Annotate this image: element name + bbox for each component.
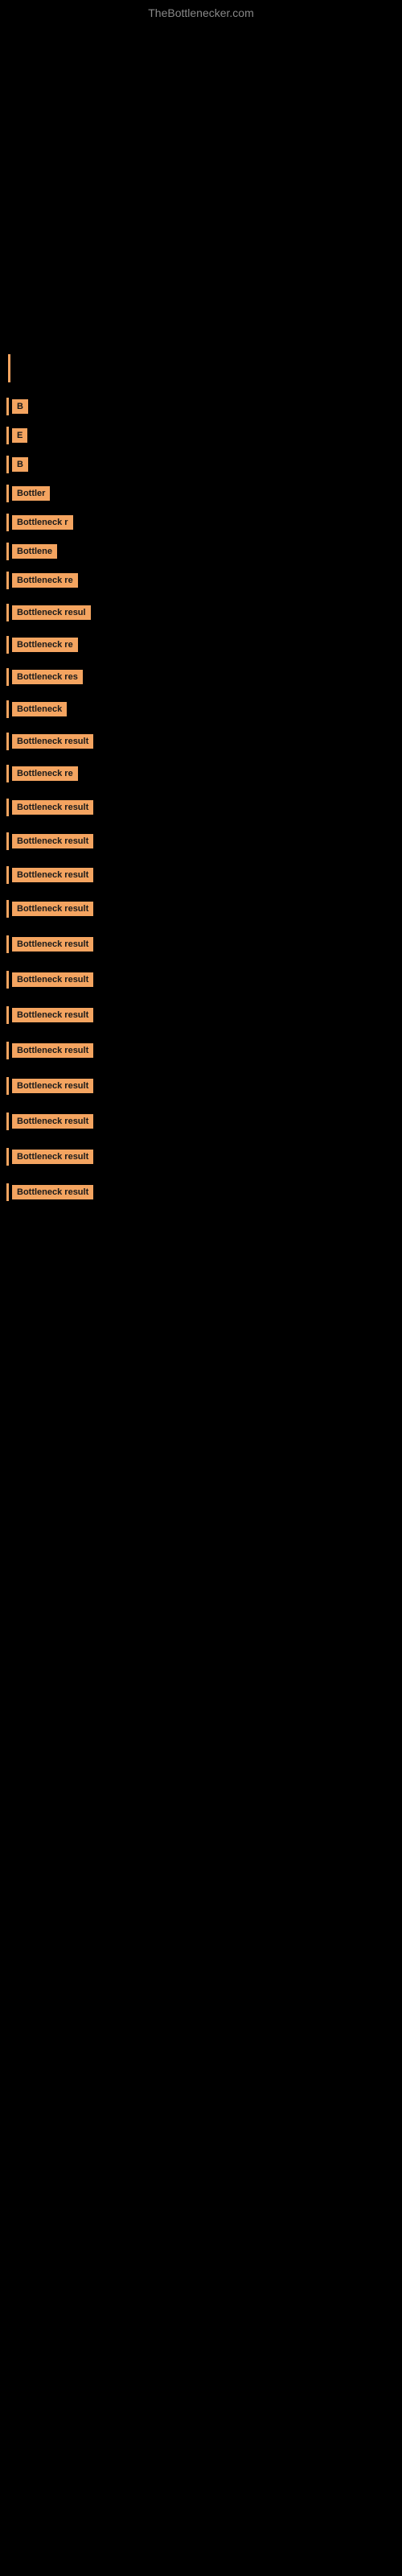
- bottleneck-label: B: [12, 399, 28, 414]
- row-bar: [6, 398, 9, 415]
- list-item: Bottleneck re: [6, 636, 402, 654]
- list-item: Bottleneck r: [6, 514, 402, 531]
- bottleneck-label: Bottlene: [12, 544, 57, 559]
- bottleneck-label: Bottleneck result: [12, 1043, 93, 1058]
- list-item: Bottleneck: [6, 700, 402, 718]
- bottleneck-label: Bottleneck result: [12, 972, 93, 987]
- row-bar: [6, 935, 9, 953]
- list-item: Bottleneck re: [6, 572, 402, 589]
- row-bar: [6, 668, 9, 686]
- row-bar: [6, 733, 9, 750]
- row-bar: [6, 1183, 9, 1201]
- row-bar: [6, 1042, 9, 1059]
- bottleneck-label: Bottleneck r: [12, 515, 73, 530]
- row-bar: [6, 543, 9, 560]
- row-bar: [6, 799, 9, 816]
- bottleneck-label: Bottleneck resul: [12, 605, 91, 620]
- row-bar: [6, 427, 9, 444]
- list-item: Bottleneck result: [6, 1113, 402, 1130]
- bottleneck-label: Bottleneck res: [12, 670, 83, 684]
- row-bar: [6, 971, 9, 989]
- bottleneck-label: Bottleneck re: [12, 638, 78, 652]
- vertical-bar-indicator: [8, 354, 10, 382]
- bottleneck-label: Bottleneck result: [12, 937, 93, 952]
- bottleneck-label: Bottleneck result: [12, 1114, 93, 1129]
- bottleneck-label: Bottleneck: [12, 702, 67, 716]
- list-item: Bottleneck result: [6, 935, 402, 953]
- bottleneck-label: Bottleneck result: [12, 868, 93, 882]
- row-bar: [6, 832, 9, 850]
- top-section: TheBottlenecker.com: [0, 0, 402, 338]
- row-bar: [6, 485, 9, 502]
- list-item: Bottleneck result: [6, 866, 402, 884]
- row-bar: [6, 1006, 9, 1024]
- bottleneck-label: E: [12, 428, 27, 443]
- bottleneck-label: Bottleneck re: [12, 766, 78, 781]
- list-item: Bottleneck result: [6, 733, 402, 750]
- row-bar: [6, 572, 9, 589]
- bottleneck-label: Bottleneck result: [12, 834, 93, 848]
- list-item: Bottleneck result: [6, 832, 402, 850]
- list-item: Bottleneck result: [6, 971, 402, 989]
- row-bar: [6, 866, 9, 884]
- row-bar: [6, 1148, 9, 1166]
- list-item: Bottler: [6, 485, 402, 502]
- list-item: Bottleneck result: [6, 1042, 402, 1059]
- list-item: Bottleneck result: [6, 900, 402, 918]
- row-bar: [6, 765, 9, 782]
- list-item: Bottleneck resul: [6, 604, 402, 621]
- bottleneck-label: Bottleneck result: [12, 1185, 93, 1199]
- row-bar: [6, 456, 9, 473]
- row-bar: [6, 514, 9, 531]
- bottleneck-label: Bottleneck result: [12, 1079, 93, 1093]
- bottleneck-label: Bottleneck result: [12, 1008, 93, 1022]
- list-item: Bottleneck result: [6, 799, 402, 816]
- row-bar: [6, 604, 9, 621]
- site-title: TheBottlenecker.com: [0, 0, 402, 26]
- list-item: Bottleneck result: [6, 1077, 402, 1095]
- list-item: Bottleneck result: [6, 1006, 402, 1024]
- row-bar: [6, 900, 9, 918]
- page-wrapper: TheBottlenecker.com B E B Bottler Bottle…: [0, 0, 402, 2576]
- list-item: Bottleneck result: [6, 1148, 402, 1166]
- list-item: E: [6, 427, 402, 444]
- bottleneck-label: Bottleneck result: [12, 734, 93, 749]
- bottleneck-label: Bottleneck re: [12, 573, 78, 588]
- bottleneck-label: Bottleneck result: [12, 800, 93, 815]
- bottleneck-label: B: [12, 457, 28, 472]
- row-bar: [6, 1077, 9, 1095]
- list-item: Bottleneck res: [6, 668, 402, 686]
- row-bar: [6, 700, 9, 718]
- bottleneck-label: Bottler: [12, 486, 50, 501]
- list-item: Bottleneck result: [6, 1183, 402, 1201]
- row-bar: [6, 1113, 9, 1130]
- list-item: Bottlene: [6, 543, 402, 560]
- list-item: B: [6, 456, 402, 473]
- list-item: B: [6, 398, 402, 415]
- row-bar: [6, 636, 9, 654]
- bottleneck-label: Bottleneck result: [12, 1150, 93, 1164]
- bottleneck-label: Bottleneck result: [12, 902, 93, 916]
- list-item: Bottleneck re: [6, 765, 402, 782]
